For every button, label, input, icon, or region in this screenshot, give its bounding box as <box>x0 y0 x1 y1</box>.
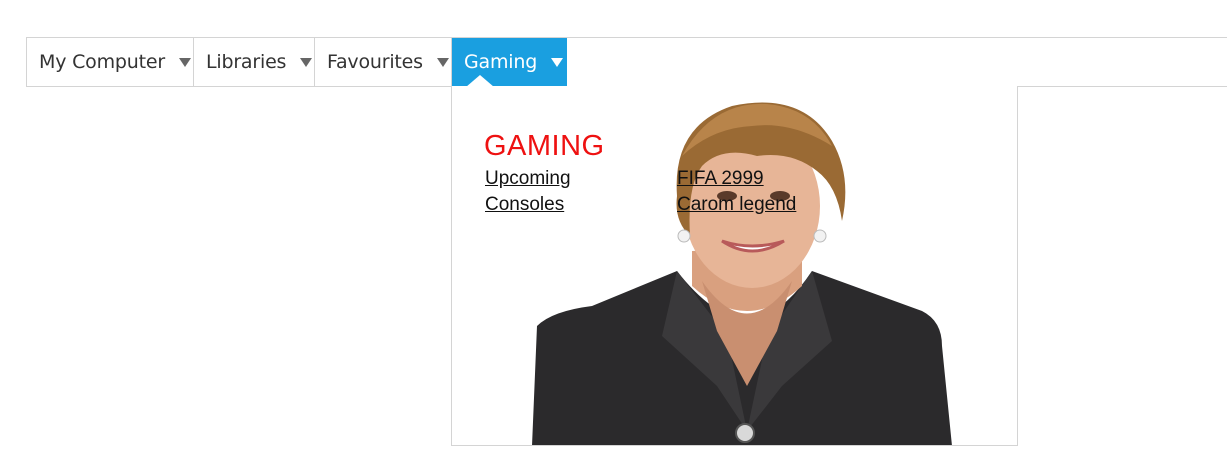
menu-item-favourites[interactable]: Favourites <box>315 38 452 86</box>
menu-item-my-computer[interactable]: My Computer <box>27 38 194 86</box>
menu-item-libraries[interactable]: Libraries <box>194 38 315 86</box>
menu-bar: My Computer Libraries Favourites Gaming <box>26 37 1227 87</box>
menu-item-label: My Computer <box>39 51 165 73</box>
dropdown-column-1: Upcoming Consoles <box>485 166 571 218</box>
menu-item-label: Libraries <box>206 51 287 73</box>
menu-item-label: Gaming <box>464 51 538 73</box>
caret-down-icon <box>300 57 313 67</box>
gaming-dropdown-panel: GAMING Upcoming Consoles FIFA 2999 Carom… <box>451 86 1018 446</box>
dropdown-title: GAMING <box>484 130 605 162</box>
link-upcoming[interactable]: Upcoming <box>485 166 571 192</box>
dropdown-column-2: FIFA 2999 Carom legend <box>677 166 796 218</box>
link-consoles[interactable]: Consoles <box>485 192 571 218</box>
caret-down-icon <box>178 57 191 67</box>
dropdown-content: GAMING Upcoming Consoles FIFA 2999 Carom… <box>452 86 1017 445</box>
link-fifa-2999[interactable]: FIFA 2999 <box>677 166 796 192</box>
caret-down-icon <box>436 57 449 67</box>
caret-down-icon <box>551 57 564 67</box>
menu-item-gaming[interactable]: Gaming <box>452 38 567 87</box>
link-carom-legend[interactable]: Carom legend <box>677 192 796 218</box>
menu-item-label: Favourites <box>327 51 423 73</box>
